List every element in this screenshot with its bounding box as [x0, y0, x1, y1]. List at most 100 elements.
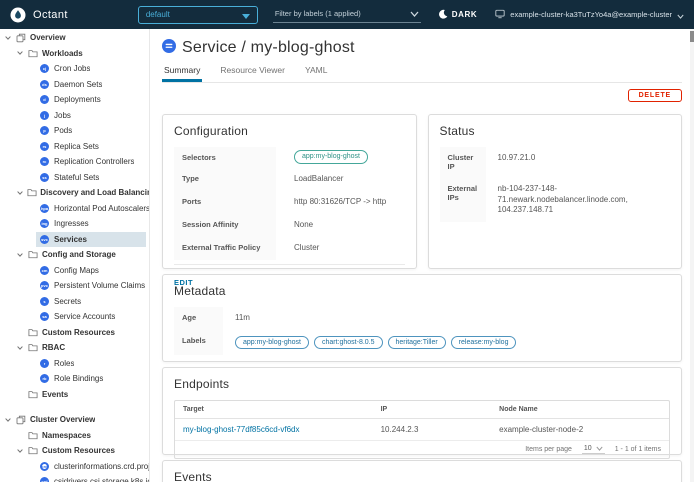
- sidebar-item-clusterinformations-crd-projec[interactable]: crdclusterinformations.crd.projec: [0, 459, 149, 475]
- namespace-selector[interactable]: default: [138, 6, 258, 24]
- endpoints-title: Endpoints: [174, 377, 670, 391]
- cluster-context-label: example-cluster-ka3TuTzYo4a@example-clus…: [510, 10, 672, 19]
- sidebar-item-cron-jobs[interactable]: cjCron Jobs: [0, 61, 149, 77]
- moon-icon: [438, 6, 448, 24]
- endpoint-target-link[interactable]: my-blog-ghost-77df85c6cd-vf6dx: [183, 425, 300, 434]
- sidebar-item-label: Deployments: [54, 95, 101, 104]
- label-pill[interactable]: heritage:Tiller: [388, 336, 446, 350]
- sidebar-item-horizontal-pod-autoscalers[interactable]: hpaHorizontal Pod Autoscalers: [0, 201, 149, 217]
- sidebar-item-config-and-storage[interactable]: Config and Storage: [0, 247, 149, 263]
- label-pill[interactable]: release:my-blog: [451, 336, 517, 350]
- sidebar-item-label: Workloads: [42, 49, 83, 58]
- sidebar-item-rbac[interactable]: RBAC: [0, 340, 149, 356]
- chevron-down-icon[interactable]: [16, 49, 28, 57]
- sidebar-item-stateful-sets[interactable]: ssStateful Sets: [0, 170, 149, 186]
- sidebar-item-label: Pods: [54, 126, 72, 135]
- endpoint-node-cell: example-cluster-node-2: [491, 419, 669, 440]
- octant-logo-icon: [10, 7, 26, 23]
- theme-toggle[interactable]: DARK: [438, 6, 478, 24]
- status-title: Status: [440, 124, 671, 138]
- sidebar-item-roles[interactable]: rRoles: [0, 356, 149, 372]
- main-scrollbar[interactable]: [690, 29, 694, 482]
- sidebar-item-role-bindings[interactable]: rbRole Bindings: [0, 371, 149, 387]
- sidebar-item-replica-sets[interactable]: rsReplica Sets: [0, 139, 149, 155]
- sidebar-item-label: Role Bindings: [54, 374, 103, 383]
- cron-jobs-icon: cj: [40, 64, 49, 73]
- sidebar-item-label: csidrivers.csi.storage.k8s.io: [54, 477, 149, 482]
- summary-row-label: Session Affinity: [174, 214, 276, 237]
- chevron-down-icon[interactable]: [16, 251, 28, 259]
- persistent-volume-claims-icon: pvc: [40, 281, 49, 290]
- sidebar-item-label: Stateful Sets: [54, 173, 99, 182]
- sidebar-item-label: Cluster Overview: [30, 415, 95, 424]
- sidebar-item-pods[interactable]: pPods: [0, 123, 149, 139]
- tab-resource-viewer[interactable]: Resource Viewer: [218, 62, 287, 82]
- column-header-node-name: Node Name: [491, 401, 669, 418]
- sidebar-item-custom-resources[interactable]: Custom Resources: [0, 443, 149, 459]
- delete-button[interactable]: DELETE: [628, 89, 682, 102]
- sidebar-item-csidrivers-csi-storage-k8s-io[interactable]: crdcsidrivers.csi.storage.k8s.io: [0, 474, 149, 482]
- scrollbar-thumb[interactable]: [690, 31, 694, 42]
- label-filter-text: Filter by labels (1 applied): [275, 9, 361, 18]
- summary-row-value: 10.97.21.0: [486, 147, 671, 178]
- tab-bar: Summary Resource Viewer YAML: [162, 62, 682, 83]
- top-bar: Octant default Filter by labels (1 appli…: [0, 0, 694, 29]
- summary-row-selectors: Selectorsapp:my-blog-ghost: [174, 147, 405, 168]
- sidebar-item-events[interactable]: Events: [0, 387, 149, 403]
- sidebar-item-secrets[interactable]: sSecrets: [0, 294, 149, 310]
- endpoints-table: TargetIPNode Name my-blog-ghost-77df85c6…: [174, 400, 670, 459]
- sidebar-item-workloads[interactable]: Workloads: [0, 46, 149, 62]
- endpoints-card: Endpoints TargetIPNode Name my-blog-ghos…: [162, 367, 682, 455]
- chevron-down-icon[interactable]: [4, 34, 16, 42]
- metadata-table: Age 11m Labels app:my-blog-ghostchart:gh…: [174, 307, 670, 355]
- clusterinformations-icon: crd: [40, 462, 49, 471]
- tab-summary[interactable]: Summary: [162, 62, 202, 82]
- endpoints-table-header: TargetIPNode Name: [175, 401, 669, 419]
- label-filter-input[interactable]: Filter by labels (1 applied): [273, 6, 421, 23]
- column-header-ip: IP: [373, 401, 492, 418]
- sidebar-item-label: Daemon Sets: [54, 80, 102, 89]
- sidebar-item-cluster-overview[interactable]: Cluster Overview: [0, 412, 149, 428]
- sidebar-item-service-accounts[interactable]: saService Accounts: [0, 309, 149, 325]
- sidebar-item-discovery-and-load-balancing[interactable]: Discovery and Load Balancing: [0, 185, 149, 201]
- tab-yaml[interactable]: YAML: [303, 62, 330, 82]
- sidebar-item-replication-controllers[interactable]: rcReplication Controllers: [0, 154, 149, 170]
- sidebar-item-custom-resources[interactable]: Custom Resources: [0, 325, 149, 341]
- sidebar-item-namespaces[interactable]: Namespaces: [0, 428, 149, 444]
- theme-toggle-label: DARK: [452, 10, 478, 19]
- summary-row-label: Cluster IP: [440, 147, 486, 178]
- sidebar-item-daemon-sets[interactable]: dsDaemon Sets: [0, 77, 149, 93]
- ingresses-icon: ing: [40, 219, 49, 228]
- horizontal-pod-autoscalers-icon: hpa: [40, 204, 49, 213]
- summary-row-label: External IPs: [440, 178, 486, 222]
- label-pill[interactable]: chart:ghost-8.0.5: [314, 336, 383, 350]
- items-per-page-select[interactable]: 10: [582, 445, 605, 454]
- selector-pill[interactable]: app:my-blog-ghost: [294, 150, 368, 164]
- summary-row-session-affinity: Session AffinityNone: [174, 214, 405, 237]
- chevron-down-icon[interactable]: [16, 447, 28, 455]
- sidebar-item-ingresses[interactable]: ingIngresses: [0, 216, 149, 232]
- summary-row-label: Ports: [174, 191, 276, 214]
- sidebar-item-services[interactable]: svcServices: [36, 232, 146, 248]
- sidebar-item-overview[interactable]: Overview: [0, 30, 149, 46]
- sidebar-item-deployments[interactable]: dDeployments: [0, 92, 149, 108]
- chevron-down-icon[interactable]: [16, 189, 27, 197]
- cluster-context-selector[interactable]: example-cluster-ka3TuTzYo4a@example-clus…: [495, 6, 684, 24]
- summary-row-external-ips: External IPsnb-104-237-148-71.newark.nod…: [440, 178, 671, 222]
- labels-list: app:my-blog-ghost chart:ghost-8.0.5 herita…: [223, 330, 670, 356]
- sidebar-item-config-maps[interactable]: cmConfig Maps: [0, 263, 149, 279]
- roles-icon: r: [40, 359, 49, 368]
- chevron-down-icon[interactable]: [16, 344, 28, 352]
- toolbar: DELETE: [162, 89, 682, 102]
- sidebar-item-jobs[interactable]: jJobs: [0, 108, 149, 124]
- sidebar-item-persistent-volume-claims[interactable]: pvc Persistent Volume Claims: [0, 278, 149, 294]
- chevron-down-icon[interactable]: [4, 416, 16, 424]
- metadata-age-row: Age 11m: [174, 307, 670, 330]
- label-pill[interactable]: app:my-blog-ghost: [235, 336, 309, 350]
- sidebar-item-label: Persistent Volume Claims: [54, 281, 145, 290]
- chevron-down-icon: [410, 4, 419, 22]
- sidebar-item-label: Secrets: [54, 297, 81, 306]
- age-label: Age: [174, 307, 223, 330]
- sidebar-item-label: Replica Sets: [54, 142, 99, 151]
- replication-controllers-icon: rc: [40, 157, 49, 166]
